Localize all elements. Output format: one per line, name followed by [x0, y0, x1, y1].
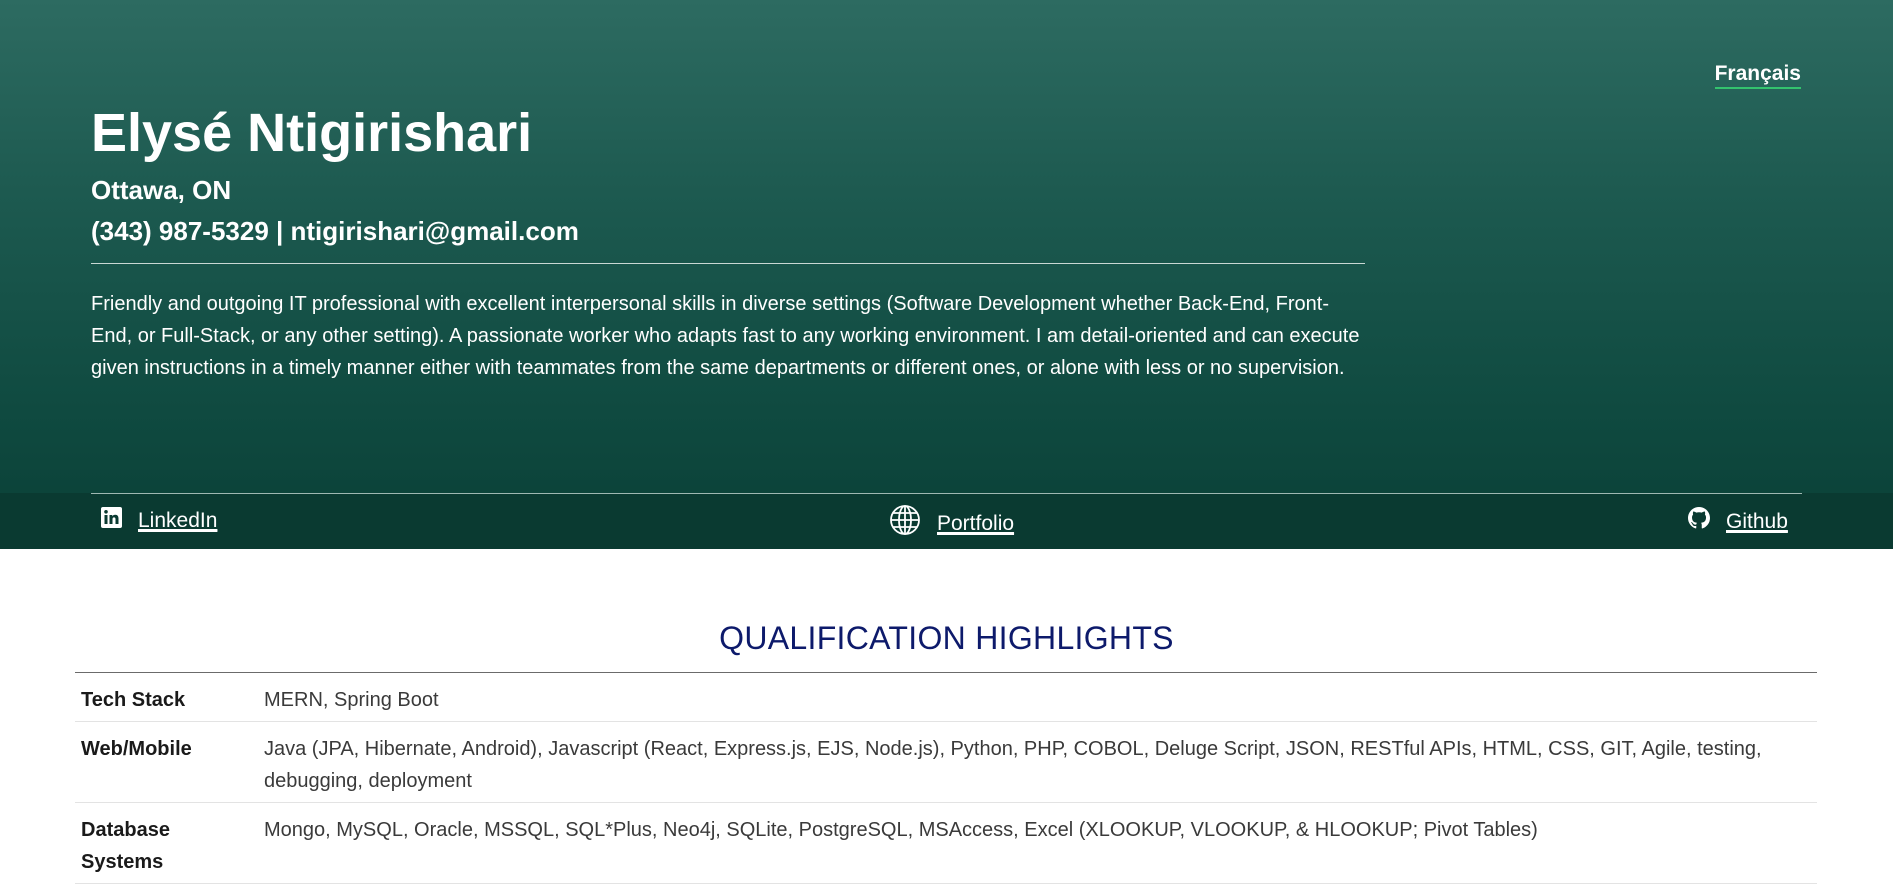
table-row: Web/Mobile Java (JPA, Hibernate, Android…: [75, 721, 1817, 803]
table-row: Database Systems Mongo, MySQL, Oracle, M…: [75, 802, 1817, 884]
person-name: Elysé Ntigirishari: [91, 103, 533, 163]
portfolio-label: Portfolio: [937, 511, 1015, 535]
links-divider: [91, 493, 1802, 494]
qualifications-heading: QUALIFICATION HIGHLIGHTS: [719, 620, 1174, 656]
linkedin-label: LinkedIn: [138, 509, 218, 532]
qualification-value: Java (JPA, Hibernate, Android), Javascri…: [258, 721, 1817, 803]
qualification-label: Tech Stack: [75, 672, 258, 722]
portfolio-link[interactable]: Portfolio: [889, 504, 1014, 543]
header-divider: [91, 263, 1365, 264]
location: Ottawa, ON: [91, 175, 232, 205]
identity-block: Elysé Ntigirishari Ottawa, ON (343) 987-…: [91, 100, 1365, 384]
github-link[interactable]: Github: [1688, 507, 1788, 536]
qualification-value: MERN, Spring Boot: [258, 672, 1817, 722]
github-icon: [1688, 507, 1710, 536]
globe-icon: [889, 504, 921, 543]
linkedin-link[interactable]: LinkedIn: [101, 507, 217, 535]
qualification-label: Web/Mobile: [75, 721, 258, 803]
qualification-label: Database Systems: [75, 802, 258, 884]
table-row: Tech Stack MERN, Spring Boot: [75, 672, 1817, 722]
qualifications-table: Tech Stack MERN, Spring Boot Web/Mobile …: [75, 672, 1817, 884]
linkedin-icon: [101, 507, 122, 535]
profile-summary: Friendly and outgoing IT professional wi…: [91, 293, 1360, 379]
language-toggle-link[interactable]: Français: [1714, 62, 1801, 89]
contact-info: (343) 987-5329 | ntigirishari@gmail.com: [91, 216, 579, 246]
social-links-bar: LinkedIn Portfolio Github: [0, 493, 1893, 549]
github-label: Github: [1726, 509, 1788, 533]
qualification-value: Mongo, MySQL, Oracle, MSSQL, SQL*Plus, N…: [258, 802, 1817, 884]
header-section: Français Elysé Ntigirishari Ottawa, ON (…: [0, 0, 1893, 549]
